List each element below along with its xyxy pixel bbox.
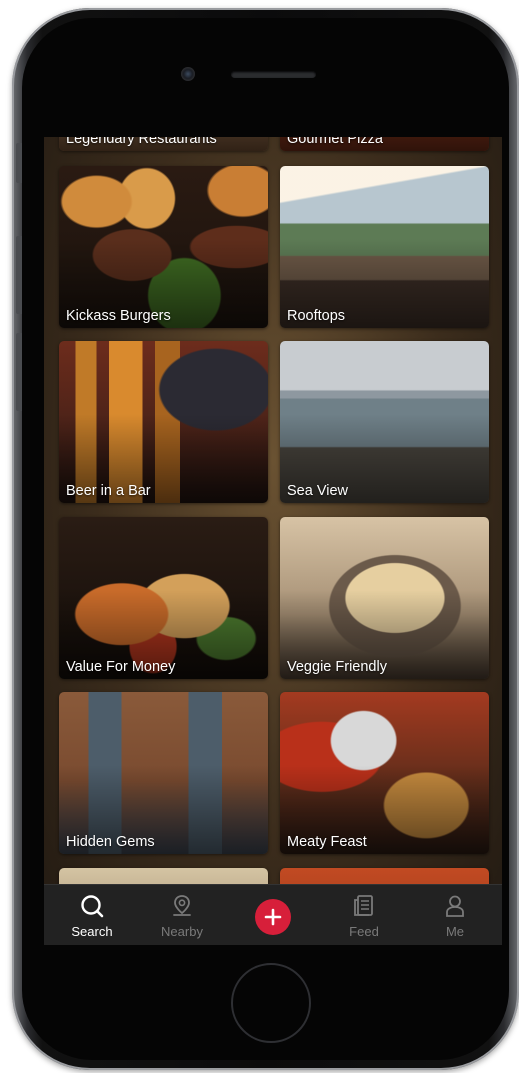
tab-search[interactable]: Search (54, 885, 130, 945)
search-icon (81, 895, 104, 918)
category-label: Beer in a Bar (66, 483, 151, 499)
category-tile[interactable]: Value For Money (59, 517, 268, 679)
category-label: Value For Money (66, 659, 176, 675)
feed-icon (354, 895, 373, 916)
tab-feed[interactable]: Feed (326, 885, 402, 945)
category-label: Sea View (287, 483, 348, 499)
tab-label: Feed (349, 924, 379, 939)
category-tile[interactable]: Rooftops (280, 166, 489, 328)
tab-label: Me (445, 924, 465, 939)
tab-me[interactable]: Me (417, 885, 493, 945)
user-icon (446, 895, 464, 917)
home-button[interactable] (231, 963, 311, 1043)
category-label: Veggie Friendly (287, 659, 387, 675)
app-screen: Legendary Restaurants Gourmet Pizza Kick… (44, 137, 502, 945)
earpiece-speaker (231, 71, 316, 78)
front-camera (181, 67, 195, 81)
category-tile[interactable]: Sea View (280, 341, 489, 503)
category-tile[interactable]: Legendary Restaurants (59, 137, 268, 151)
category-tile[interactable]: Meaty Feast (280, 692, 489, 854)
tab-nearby[interactable]: Nearby (144, 885, 220, 945)
category-label: Gourmet Pizza (287, 137, 383, 147)
category-label: Meaty Feast (287, 834, 367, 850)
category-tile[interactable]: Beer in a Bar (59, 341, 268, 503)
category-label: Kickass Burgers (66, 308, 171, 324)
add-button[interactable] (255, 899, 291, 935)
category-tile[interactable]: Hidden Gems (59, 692, 268, 854)
tab-label: Search (71, 924, 113, 939)
plus-icon (264, 908, 282, 926)
category-tile[interactable]: Veggie Friendly (280, 517, 489, 679)
category-label: Legendary Restaurants (66, 137, 217, 147)
category-label: Hidden Gems (66, 834, 155, 850)
tab-label: Nearby (161, 924, 203, 939)
location-pin-icon (173, 895, 191, 916)
tab-bar: Search Nearby Feed Me (44, 884, 502, 945)
category-tile[interactable]: Kickass Burgers (59, 166, 268, 328)
category-label: Rooftops (287, 308, 346, 324)
category-tile[interactable]: Gourmet Pizza (280, 137, 489, 151)
